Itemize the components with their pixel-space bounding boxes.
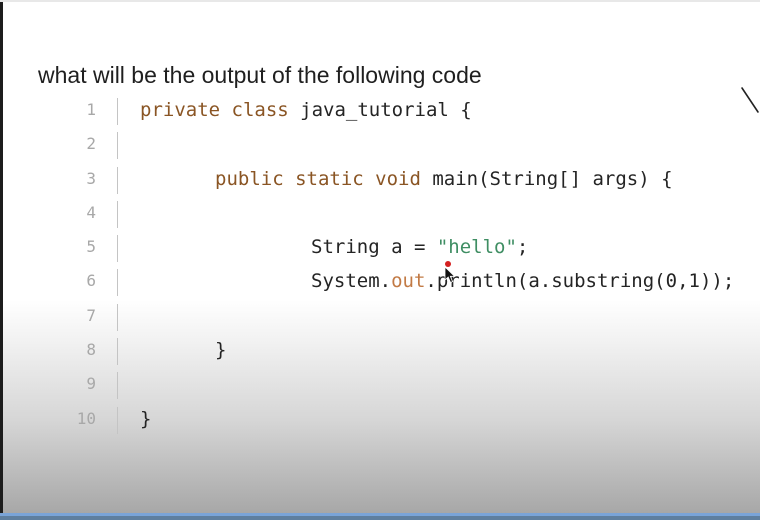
- gutter-separator: [117, 166, 118, 194]
- mouse-pointer-icon: [444, 266, 456, 284]
- code-text: String a = "hello";: [311, 236, 528, 258]
- gutter-separator: [117, 406, 118, 434]
- gutter-separator: [117, 235, 118, 263]
- gutter-separator: [117, 200, 118, 228]
- gutter-separator: [117, 269, 118, 297]
- code-line: 10}: [0, 403, 760, 437]
- code-text: public static void main(String[] args) {: [215, 168, 673, 190]
- code-token-plain: main(String[] args) {: [432, 167, 673, 190]
- line-number: 10: [76, 408, 96, 428]
- code-token-plain: }: [215, 339, 227, 362]
- code-token-plain: String a =: [311, 236, 437, 259]
- code-token-str: "hello": [436, 236, 517, 259]
- gutter-separator: [117, 98, 118, 125]
- gutter-separator: [117, 338, 118, 366]
- code-text: }: [215, 339, 226, 361]
- code-line: 1 private class java_tutorial {: [0, 94, 760, 128]
- code-text: System.out.println(a.substring(0,1));: [311, 270, 734, 292]
- code-line: 8}: [0, 334, 760, 368]
- code-editor: 1 private class java_tutorial { 2 3 public s…: [0, 94, 760, 437]
- line-number: 4: [86, 202, 96, 222]
- code-line: 6 System.out.println(a.substring(0,1));: [0, 265, 760, 299]
- code-text: private class java_tutorial {: [140, 99, 472, 121]
- code-line: 3 public static void main(String[] args) …: [0, 163, 760, 197]
- code-line: 5 String a = "hello";: [0, 231, 760, 265]
- line-number: 7: [86, 305, 96, 325]
- line-number: 6: [86, 271, 96, 291]
- code-token-plain: .println(a.substring(0,1));: [425, 270, 735, 293]
- code-token-kw: private class: [140, 99, 301, 121]
- gutter-separator: [117, 303, 118, 331]
- code-line: 4: [0, 197, 760, 231]
- code-token-plain: ;: [516, 236, 529, 259]
- gutter-separator: [117, 132, 118, 160]
- code-text: }: [140, 408, 151, 430]
- code-token-plain: System.: [311, 270, 392, 293]
- taskbar: [0, 516, 760, 520]
- code-token-plain: java_tutorial {: [300, 99, 472, 121]
- line-number: 8: [86, 340, 96, 360]
- line-number: 3: [86, 168, 96, 188]
- code-token-plain: }: [140, 407, 152, 430]
- code-token-kw: public static void: [215, 167, 433, 190]
- question-heading: what will be the output of the following…: [38, 62, 482, 88]
- code-line: 7: [0, 300, 760, 334]
- line-number: 2: [86, 134, 96, 154]
- code-token-fld: out: [391, 270, 426, 293]
- window-top-edge: [0, 0, 760, 2]
- code-line: 9: [0, 368, 760, 402]
- line-number: 1: [86, 100, 96, 119]
- code-line: 2: [0, 128, 760, 162]
- line-number: 9: [86, 374, 96, 394]
- gutter-separator: [117, 372, 118, 400]
- line-number: 5: [86, 237, 96, 257]
